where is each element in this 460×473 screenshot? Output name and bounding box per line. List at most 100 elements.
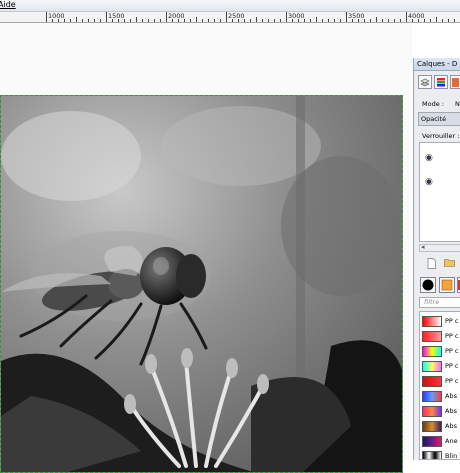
ruler-label: 1500 — [108, 12, 125, 20]
ruler-minor-tick — [268, 19, 269, 22]
gradient-item[interactable]: Abs — [420, 389, 460, 404]
layers-scrollbar[interactable]: ◂ — [419, 243, 460, 252]
new-group-icon[interactable] — [444, 258, 455, 269]
pattern-icon[interactable] — [439, 277, 455, 293]
ruler-minor-tick — [118, 19, 119, 22]
ruler-minor-tick — [418, 19, 419, 22]
gradient-item[interactable]: Ane — [420, 434, 460, 449]
filter-input[interactable]: filtre — [419, 297, 460, 308]
gradient-item[interactable]: PP c — [420, 344, 460, 359]
gradient-name: PP c — [445, 347, 459, 355]
gradient-name: PP c — [445, 362, 459, 370]
ruler-minor-tick — [172, 19, 173, 22]
eye-icon[interactable]: ◉ — [425, 178, 433, 187]
ruler-label: 1000 — [48, 12, 65, 20]
opacity-label: Opacité — [421, 115, 447, 123]
ruler-minor-tick — [310, 19, 311, 22]
brush-icon[interactable] — [420, 277, 436, 293]
mode-label: Mode : — [422, 100, 444, 108]
layers-list[interactable]: ◉ ◉ — [419, 142, 460, 242]
ruler-minor-tick — [196, 17, 197, 22]
menu-item-help[interactable]: Aide — [0, 0, 16, 10]
mode-select[interactable]: N — [455, 100, 460, 108]
ruler-minor-tick — [328, 19, 329, 22]
ruler-minor-tick — [148, 19, 149, 22]
gradient-name: PP c — [445, 377, 459, 385]
ruler-minor-tick — [94, 19, 95, 22]
ruler-minor-tick — [394, 19, 395, 22]
gradient-item[interactable]: Blin — [420, 449, 460, 460]
ruler-label: 2000 — [168, 12, 185, 20]
gradient-name: Abs — [445, 392, 457, 400]
ruler-minor-tick — [454, 19, 455, 22]
channels-tab-icon[interactable] — [434, 75, 448, 89]
gradient-preview — [422, 406, 442, 417]
layer-row[interactable]: ◉ — [420, 147, 460, 171]
gradient-item[interactable]: Abs — [420, 419, 460, 434]
ruler-minor-tick — [316, 17, 317, 22]
paths-tab-icon[interactable] — [450, 75, 460, 89]
horizontal-ruler: 1000 1500 2000 2500 3000 3500 4000 — [0, 12, 460, 23]
ruler-minor-tick — [412, 19, 413, 22]
ruler-minor-tick — [352, 19, 353, 22]
ruler-minor-tick — [130, 19, 131, 22]
scroll-left-icon[interactable]: ◂ — [421, 243, 425, 251]
new-layer-icon[interactable] — [426, 258, 437, 269]
canvas-area[interactable] — [0, 23, 412, 473]
ruler-minor-tick — [370, 19, 371, 22]
ruler-minor-tick — [142, 19, 143, 22]
menu-bar: Aide — [0, 0, 460, 12]
ruler-minor-tick — [250, 19, 251, 22]
ruler-minor-tick — [238, 19, 239, 22]
ruler-minor-tick — [88, 19, 89, 22]
gradient-name: Abs — [445, 422, 457, 430]
gradient-list[interactable]: PP c PP c PP c PP c PP c Abs Abs Abs Ane Blin — [419, 311, 460, 460]
dock-title[interactable]: Calques - D — [414, 58, 460, 71]
gradient-preview — [422, 331, 442, 342]
ruler-minor-tick — [112, 19, 113, 22]
ruler-major-tick — [286, 12, 287, 22]
gradient-item[interactable]: PP c — [420, 329, 460, 344]
ruler-minor-tick — [70, 19, 71, 22]
gradient-item[interactable]: Abs — [420, 404, 460, 419]
gradient-name: PP c — [445, 317, 459, 325]
eye-icon[interactable]: ◉ — [425, 154, 433, 163]
gradient-item[interactable]: PP c — [420, 374, 460, 389]
ruler-minor-tick — [292, 19, 293, 22]
ruler-minor-tick — [244, 19, 245, 22]
gradient-preview — [422, 346, 442, 357]
opacity-slider[interactable]: Opacité — [418, 112, 460, 126]
ruler-minor-tick — [334, 19, 335, 22]
ruler-label: 2500 — [228, 12, 245, 20]
layer-row[interactable]: ◉ — [420, 171, 460, 195]
ruler-minor-tick — [64, 19, 65, 22]
ruler-major-tick — [226, 12, 227, 22]
ruler-minor-tick — [382, 19, 383, 22]
ruler-minor-tick — [124, 19, 125, 22]
ruler-minor-tick — [274, 19, 275, 22]
ruler-minor-tick — [322, 19, 323, 22]
ruler-minor-tick — [214, 19, 215, 22]
ruler-minor-tick — [52, 19, 53, 22]
dock-tabs — [414, 71, 460, 91]
ruler-minor-tick — [430, 19, 431, 22]
layers-tab-icon[interactable] — [418, 75, 432, 89]
ruler-minor-tick — [160, 19, 161, 22]
ruler-minor-tick — [256, 17, 257, 22]
ruler-minor-tick — [58, 19, 59, 22]
gradient-name: Ane — [445, 437, 458, 445]
image-canvas[interactable] — [0, 95, 403, 473]
gradient-item[interactable]: PP c — [420, 314, 460, 329]
ruler-minor-tick — [442, 19, 443, 22]
ruler-minor-tick — [82, 19, 83, 22]
ruler-minor-tick — [448, 19, 449, 22]
gradient-name: Blin — [445, 452, 458, 460]
ruler-minor-tick — [100, 19, 101, 22]
gradient-preview — [422, 421, 442, 432]
ruler-minor-tick — [232, 19, 233, 22]
ruler-major-tick — [106, 12, 107, 22]
ruler-minor-tick — [400, 19, 401, 22]
ruler-label: 4000 — [408, 12, 425, 20]
ruler-minor-tick — [184, 19, 185, 22]
gradient-item[interactable]: PP c — [420, 359, 460, 374]
